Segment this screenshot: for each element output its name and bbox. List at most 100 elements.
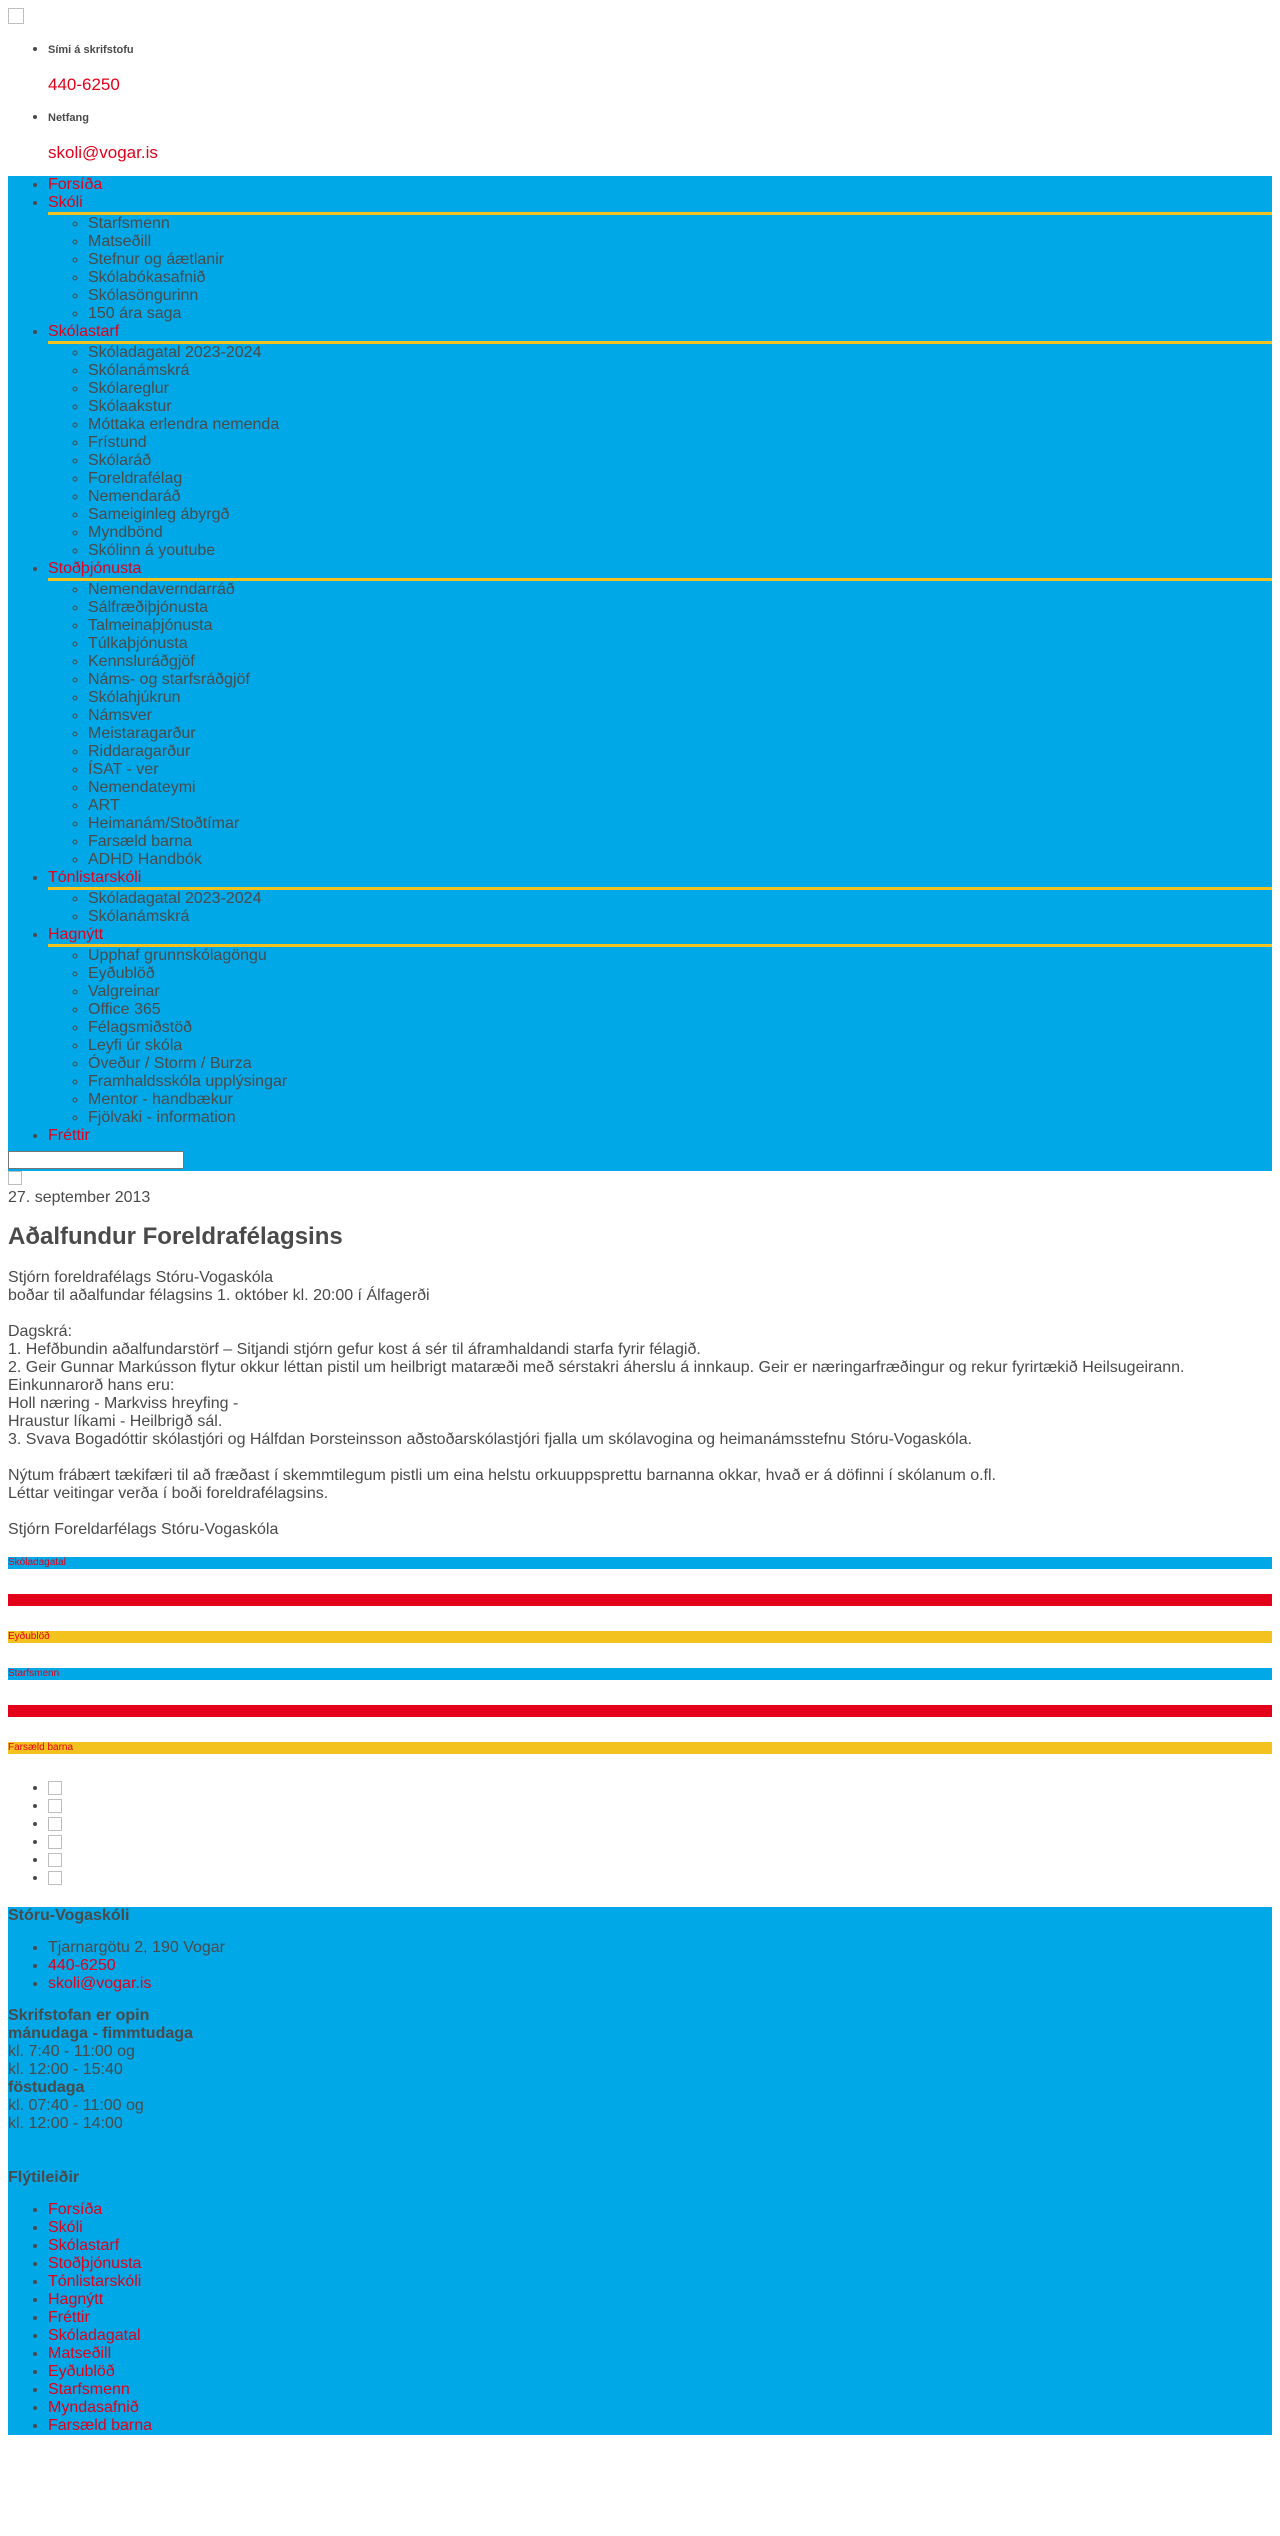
submenu-item[interactable]: Riddaragarður	[88, 743, 1272, 761]
submenu-link[interactable]: Talmeinaþjónusta	[88, 617, 213, 634]
quicklink-matse-ill[interactable]: Matseðill	[48, 2345, 111, 2362]
submenu-item[interactable]: Túlkaþjónusta	[88, 635, 1272, 653]
submenu-item[interactable]: Mentor - handbækur	[88, 1091, 1272, 1109]
submenu-link[interactable]: Frístund	[88, 434, 147, 451]
submenu-item[interactable]: Eyðublöð	[88, 965, 1272, 983]
submenu-item[interactable]: Stefnur og áætlanir	[88, 251, 1272, 269]
submenu-item[interactable]: Upphaf grunnskólagöngu	[88, 947, 1272, 965]
quick-tile[interactable]	[8, 1594, 1272, 1606]
quick-tile[interactable]: Farsæld barna	[8, 1742, 1272, 1754]
partner-logo-image[interactable]	[48, 1816, 62, 1831]
submenu-item[interactable]: Leyfi úr skóla	[88, 1037, 1272, 1055]
submenu-item[interactable]: Skóladagatal 2023-2024	[88, 890, 1272, 908]
submenu-item[interactable]: Talmeinaþjónusta	[88, 617, 1272, 635]
submenu-item[interactable]: Óveður / Storm / Burza	[88, 1055, 1272, 1073]
submenu-link[interactable]: Nemendateymi	[88, 779, 196, 796]
submenu-item[interactable]: Matseðill	[88, 233, 1272, 251]
quicklink-starfsmenn[interactable]: Starfsmenn	[48, 2381, 130, 2398]
submenu-link[interactable]: Sálfræðiþjónusta	[88, 599, 208, 616]
submenu-item[interactable]: Valgreinar	[88, 983, 1272, 1001]
submenu-item[interactable]: Kennsluráðgjöf	[88, 653, 1272, 671]
submenu-item[interactable]: Starfsmenn	[88, 215, 1272, 233]
contact-email-link[interactable]: skoli@vogar.is	[48, 144, 1272, 162]
partner-logo-image[interactable]	[48, 1834, 62, 1849]
submenu-link[interactable]: Náms- og starfsráðgjöf	[88, 671, 250, 688]
submenu-link[interactable]: Skólabókasafnið	[88, 269, 205, 286]
quicklink-fars-ld-barna[interactable]: Farsæld barna	[48, 2417, 152, 2434]
partner-logo-image[interactable]	[48, 1780, 62, 1795]
footer-phone-link[interactable]: 440-6250	[48, 1957, 116, 1974]
submenu-link[interactable]: Skólareglur	[88, 380, 169, 397]
submenu-item[interactable]: Námsver	[88, 707, 1272, 725]
submenu-item[interactable]: Nemendaverndarráð	[88, 581, 1272, 599]
submenu-item[interactable]: Frístund	[88, 434, 1272, 452]
submenu-item[interactable]: Skólaráð	[88, 452, 1272, 470]
nav-link-hagnytt[interactable]: Hagnýtt	[48, 926, 103, 943]
quick-tile[interactable]: Skóladagatal	[8, 1557, 1272, 1569]
submenu-link[interactable]: Framhaldsskóla upplýsingar	[88, 1073, 287, 1090]
submenu-item[interactable]: ÍSAT - ver	[88, 761, 1272, 779]
submenu-link[interactable]: Félagsmiðstöð	[88, 1019, 192, 1036]
quicklink-sto-jonusta[interactable]: Stoðþjónusta	[48, 2255, 141, 2272]
submenu-item[interactable]: Nemendaráð	[88, 488, 1272, 506]
contact-phone-link[interactable]: 440-6250	[48, 76, 1272, 94]
partner-logo-image[interactable]	[48, 1870, 62, 1885]
quick-tile[interactable]	[8, 1705, 1272, 1717]
quicklink-forsi-a[interactable]: Forsíða	[48, 2201, 102, 2218]
submenu-item[interactable]: Móttaka erlendra nemenda	[88, 416, 1272, 434]
submenu-link[interactable]: Sameiginleg ábyrgð	[88, 506, 229, 523]
submenu-item[interactable]: Office 365	[88, 1001, 1272, 1019]
quicklink-skoladagatal[interactable]: Skóladagatal	[48, 2327, 141, 2344]
submenu-link[interactable]: Skólaakstur	[88, 398, 172, 415]
nav-link-skolastarf[interactable]: Skólastarf	[48, 323, 119, 340]
submenu-item[interactable]: Skólanámskrá	[88, 908, 1272, 926]
submenu-link[interactable]: Fjölvaki - information	[88, 1109, 236, 1126]
submenu-link[interactable]: Myndbönd	[88, 524, 163, 541]
submenu-item[interactable]: 150 ára saga	[88, 305, 1272, 323]
nav-link-tonlistarskoli[interactable]: Tónlistarskóli	[48, 869, 141, 886]
submenu-link[interactable]: Nemendaverndarráð	[88, 581, 235, 598]
nav-link-skoli[interactable]: Skóli	[48, 194, 83, 211]
nav-link-sto-jonusta[interactable]: Stoðþjónusta	[48, 560, 141, 577]
quicklink-tonlistarskoli[interactable]: Tónlistarskóli	[48, 2273, 141, 2290]
submenu-link[interactable]: Farsæld barna	[88, 833, 192, 850]
nav-link-frettir[interactable]: Fréttir	[48, 1127, 90, 1144]
partner-logo-image[interactable]	[48, 1798, 62, 1813]
submenu-link[interactable]: Skóladagatal 2023-2024	[88, 890, 261, 907]
submenu-link[interactable]: Skólanámskrá	[88, 362, 189, 379]
submenu-link[interactable]: Mentor - handbækur	[88, 1091, 233, 1108]
submenu-item[interactable]: Heimanám/Stoðtímar	[88, 815, 1272, 833]
submenu-link[interactable]: Námsver	[88, 707, 152, 724]
quicklink-frettir[interactable]: Fréttir	[48, 2309, 90, 2326]
submenu-item[interactable]: Skólasöngurinn	[88, 287, 1272, 305]
submenu-item[interactable]: Farsæld barna	[88, 833, 1272, 851]
submenu-link[interactable]: Túlkaþjónusta	[88, 635, 188, 652]
submenu-item[interactable]: Sálfræðiþjónusta	[88, 599, 1272, 617]
submenu-item[interactable]: Skólaakstur	[88, 398, 1272, 416]
site-logo[interactable]	[8, 8, 24, 24]
quicklink-hagnytt[interactable]: Hagnýtt	[48, 2291, 103, 2308]
footer-email-link[interactable]: skoli@vogar.is	[48, 1975, 151, 1992]
quicklink-skolastarf[interactable]: Skólastarf	[48, 2237, 119, 2254]
quicklink-myndasafni[interactable]: Myndasafnið	[48, 2399, 139, 2416]
submenu-link[interactable]: Valgreinar	[88, 983, 160, 1000]
submenu-link[interactable]: Riddaragarður	[88, 743, 190, 760]
submenu-link[interactable]: Skólaráð	[88, 452, 151, 469]
submenu-link[interactable]: Upphaf grunnskólagöngu	[88, 947, 267, 964]
submenu-link[interactable]: Skólinn á youtube	[88, 542, 215, 559]
submenu-item[interactable]: Félagsmiðstöð	[88, 1019, 1272, 1037]
submenu-link[interactable]: ADHD Handbók	[88, 851, 202, 868]
partner-logo-image[interactable]	[48, 1852, 62, 1867]
submenu-link[interactable]: Kennsluráðgjöf	[88, 653, 195, 670]
submenu-item[interactable]: Nemendateymi	[88, 779, 1272, 797]
submenu-link[interactable]: ART	[88, 797, 120, 814]
submenu-item[interactable]: ART	[88, 797, 1272, 815]
submenu-link[interactable]: Leyfi úr skóla	[88, 1037, 182, 1054]
submenu-item[interactable]: Skólareglur	[88, 380, 1272, 398]
quick-tile[interactable]: Eyðublöð	[8, 1631, 1272, 1643]
submenu-item[interactable]: Skólanámskrá	[88, 362, 1272, 380]
submenu-link[interactable]: 150 ára saga	[88, 305, 181, 322]
nav-link-forsi-a[interactable]: Forsíða	[48, 176, 102, 193]
submenu-item[interactable]: Skólahjúkrun	[88, 689, 1272, 707]
submenu-link[interactable]: Stefnur og áætlanir	[88, 251, 224, 268]
